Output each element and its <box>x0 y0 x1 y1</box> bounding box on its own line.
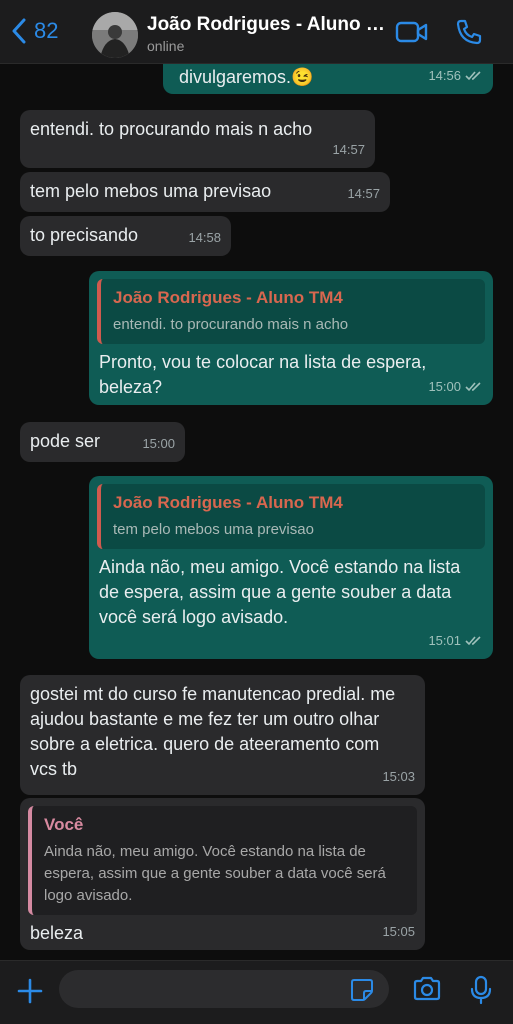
microphone-icon <box>470 975 492 1005</box>
double-check-icon <box>465 381 481 391</box>
contact-status: online <box>147 38 185 54</box>
attach-button[interactable] <box>16 977 44 1010</box>
reply-text: tem pelo mebos uma previsao <box>113 521 314 538</box>
video-call-icon <box>395 21 428 43</box>
message-list[interactable]: divulgaremos.😉 14:56 entendi. to procura… <box>0 64 513 960</box>
message-time: 15:01 <box>428 628 483 653</box>
message-time: 15:00 <box>142 436 175 451</box>
quoted-reply[interactable]: Você Ainda não, meu amigo. Você estando … <box>28 806 417 915</box>
camera-button[interactable] <box>412 976 442 1007</box>
message-time: 15:00 <box>428 374 483 399</box>
message-incoming[interactable]: gostei mt do curso fe manutencao predial… <box>20 675 425 795</box>
chat-header: 82 João Rodrigues - Aluno TM4 online <box>0 0 513 64</box>
quoted-reply[interactable]: João Rodrigues - Aluno TM4 entendi. to p… <box>97 279 485 344</box>
voice-message-button[interactable] <box>470 975 492 1010</box>
compose-bar <box>0 960 513 1024</box>
message-time: 14:57 <box>347 186 380 201</box>
unread-count: 82 <box>34 18 59 43</box>
double-check-icon <box>465 635 481 645</box>
reply-text: entendi. to procurando mais n acho <box>113 316 349 333</box>
avatar[interactable] <box>92 12 138 58</box>
message-text: entendi. to procurando mais n acho <box>30 119 313 139</box>
message-outgoing[interactable]: João Rodrigues - Aluno TM4 entendi. to p… <box>89 271 493 405</box>
message-incoming[interactable]: to precisando 14:58 <box>20 216 231 256</box>
message-input[interactable] <box>59 970 389 1008</box>
message-time: 15:03 <box>382 769 415 784</box>
back-button[interactable]: 82 <box>10 18 58 44</box>
message-time: 14:56 <box>428 64 483 88</box>
message-text: gostei mt do curso fe manutencao predial… <box>30 684 396 779</box>
video-call-button[interactable] <box>395 20 429 49</box>
sticker-icon <box>351 979 373 1001</box>
message-outgoing[interactable]: João Rodrigues - Aluno TM4 tem pelo mebo… <box>89 476 493 659</box>
message-time: 14:58 <box>188 230 221 245</box>
quoted-reply[interactable]: João Rodrigues - Aluno TM4 tem pelo mebo… <box>97 484 485 549</box>
back-chevron-icon <box>12 18 26 44</box>
contact-info[interactable]: João Rodrigues - Aluno TM4 online <box>147 14 387 54</box>
reply-author: João Rodrigues - Aluno TM4 <box>113 493 343 512</box>
message-time: 14:57 <box>332 142 365 157</box>
sticker-button[interactable] <box>350 978 374 1007</box>
message-text: beleza <box>30 923 84 943</box>
double-check-icon <box>465 70 481 80</box>
reply-author: João Rodrigues - Aluno TM4 <box>113 288 343 307</box>
message-text: tem pelo mebos uma previsao <box>30 181 272 201</box>
message-text: Ainda não, meu amigo. Você estando na li… <box>99 557 461 627</box>
reply-text: Ainda não, meu amigo. Você estando na li… <box>44 843 386 904</box>
message-incoming[interactable]: Você Ainda não, meu amigo. Você estando … <box>20 798 425 950</box>
message-incoming[interactable]: pode ser 15:00 <box>20 422 185 462</box>
phone-icon <box>456 19 482 45</box>
camera-icon <box>413 976 441 1001</box>
message-outgoing[interactable]: divulgaremos.😉 14:56 <box>163 64 493 94</box>
voice-call-button[interactable] <box>455 18 483 51</box>
message-text: Pronto, vou te colocar na lista de esper… <box>99 352 427 397</box>
message-incoming[interactable]: entendi. to procurando mais n acho 14:57 <box>20 110 375 168</box>
contact-name: João Rodrigues - Aluno TM4 <box>147 14 387 35</box>
reply-author: Você <box>44 815 84 834</box>
plus-icon <box>17 978 43 1004</box>
message-time: 15:05 <box>382 924 415 939</box>
message-incoming[interactable]: tem pelo mebos uma previsao 14:57 <box>20 172 390 212</box>
